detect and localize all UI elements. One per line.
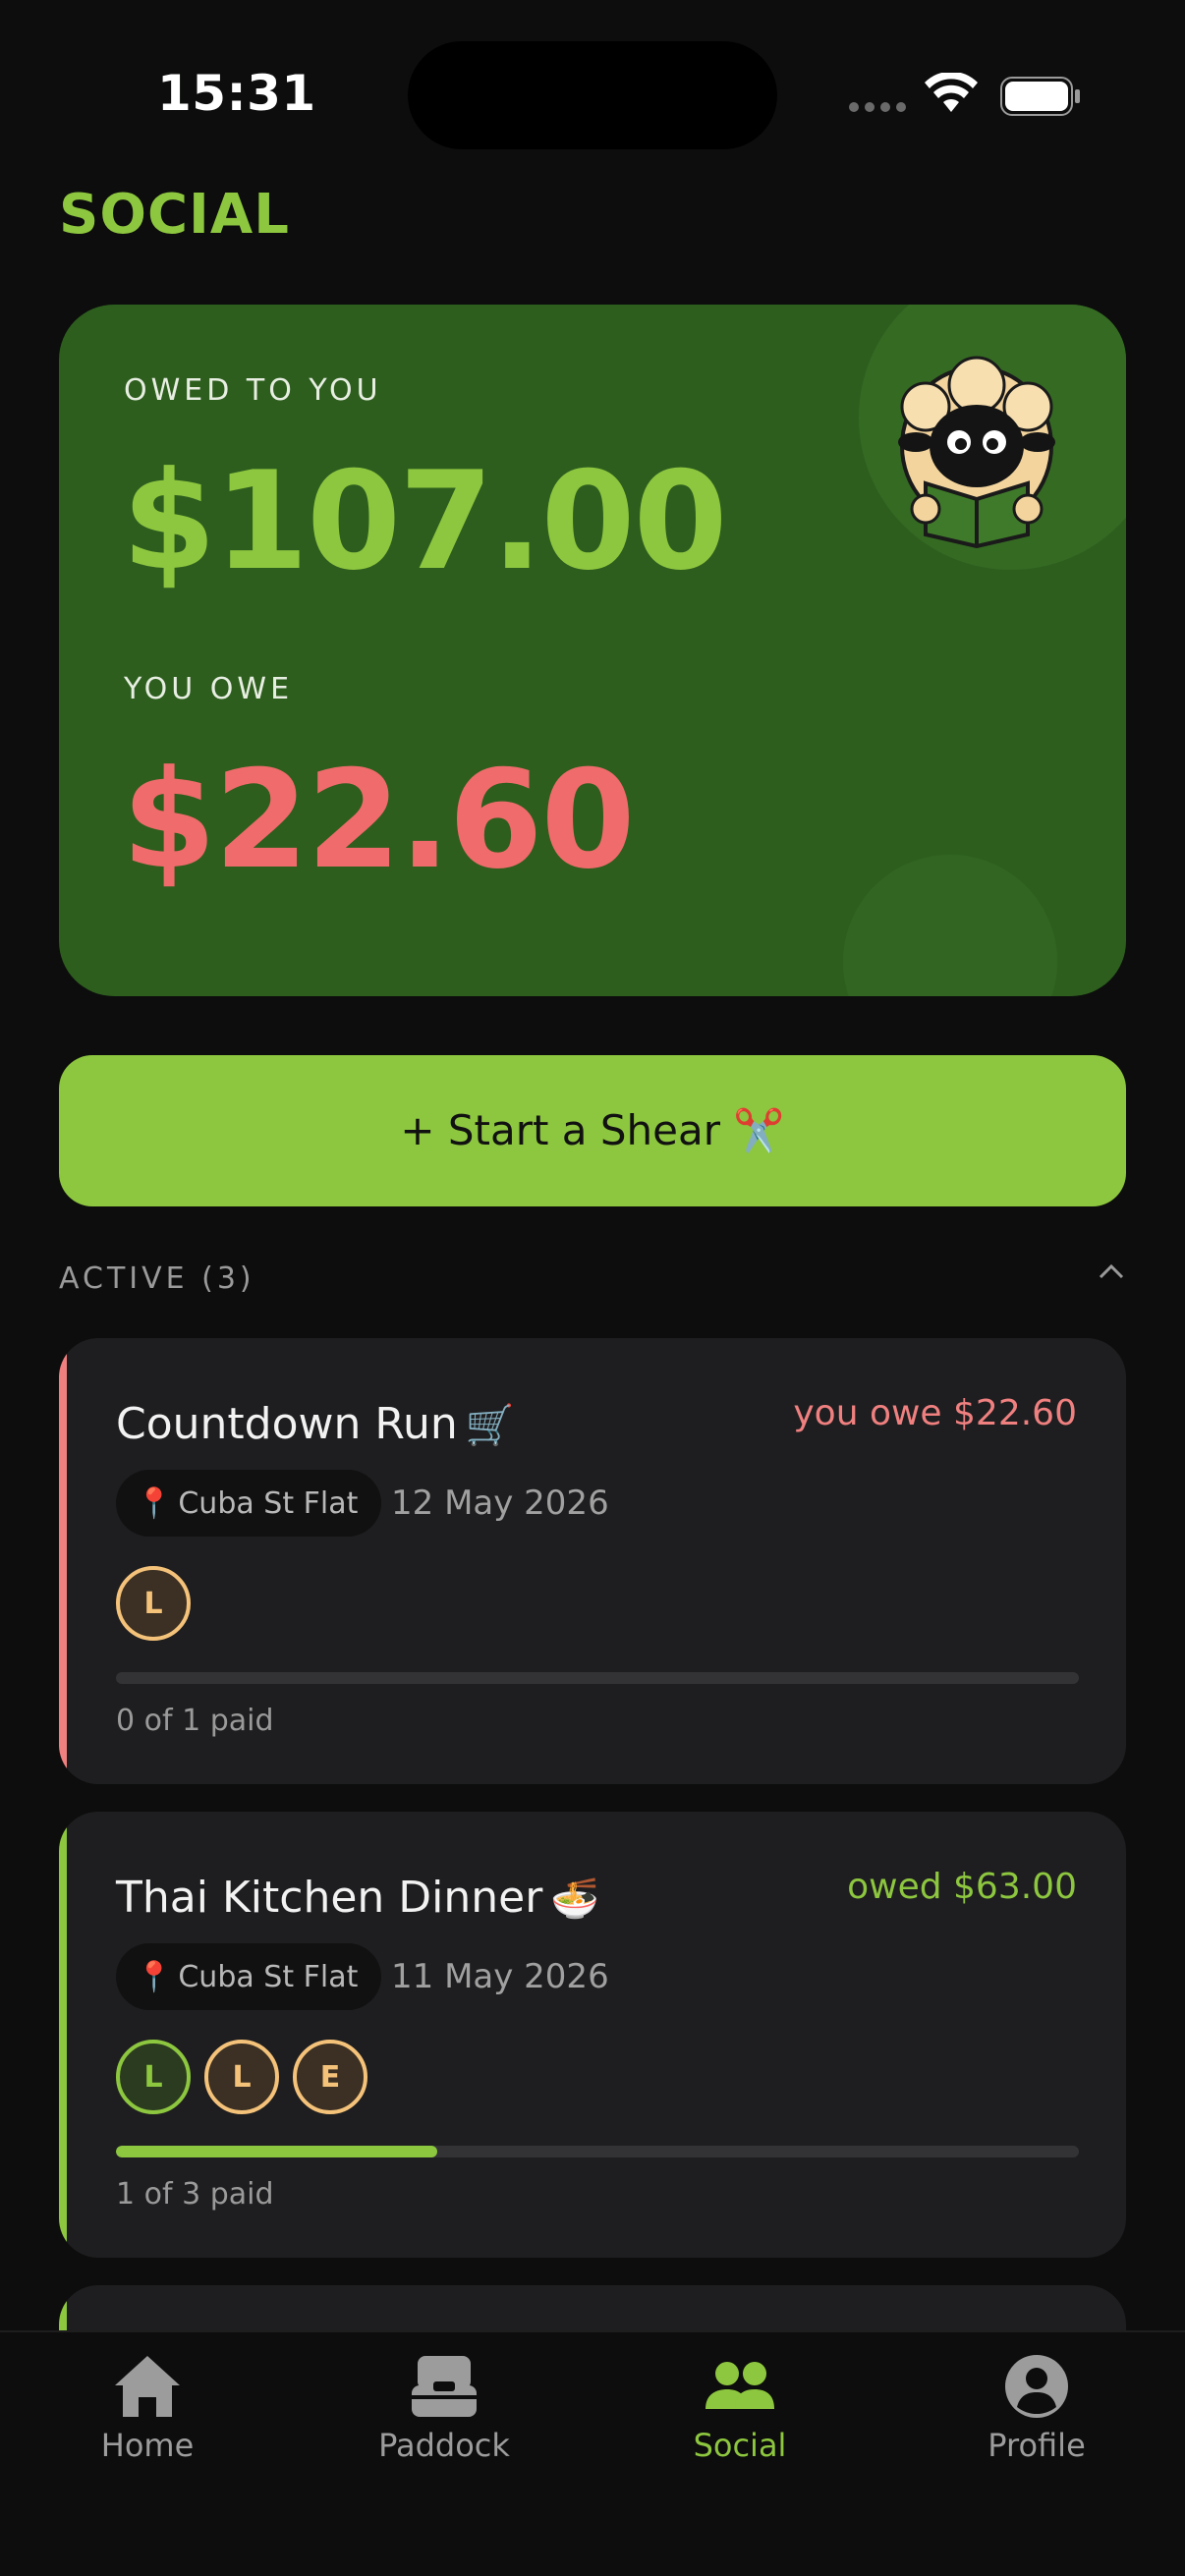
inbox-icon — [412, 2356, 477, 2417]
home-icon — [115, 2356, 180, 2417]
shear-title-text: Countdown Run — [116, 1399, 458, 1449]
balance-card: OWED TO YOU $107.00 YOU OWE $22.60 — [59, 305, 1126, 996]
payment-progress-bar — [116, 2146, 1079, 2157]
shear-amount: you owe $22.60 — [793, 1393, 1077, 1433]
location-name: Cuba St Flat — [178, 1959, 359, 1994]
shear-card[interactable]: Countdown Run 🛒 you owe $22.60 📍 Cuba St … — [59, 1338, 1126, 1784]
avatar[interactable]: L — [204, 2040, 279, 2114]
tab-label: Home — [100, 2427, 195, 2464]
location-pin-icon: 📍 — [136, 1959, 173, 1994]
you-owe-amount: $22.60 — [122, 741, 636, 899]
tab-label: Social — [693, 2427, 787, 2464]
wifi-icon — [925, 73, 978, 112]
noodle-bowl-icon: 🍜 — [550, 1876, 600, 1922]
location-pill[interactable]: 📍 Cuba St Flat — [116, 1943, 382, 2010]
avatar[interactable]: L — [116, 2040, 191, 2114]
shear-card[interactable]: Thai Kitchen Dinner 🍜 owed $63.00 📍 Cuba … — [59, 1812, 1126, 2258]
payment-progress-bar — [116, 1672, 1079, 1684]
cellular-signal-icon — [849, 102, 906, 112]
chevron-up-icon[interactable] — [1097, 1261, 1126, 1281]
social-screen: 15:31 SOCIAL OWED TO YOU $107.00 YOU OWE… — [0, 0, 1185, 2576]
tab-bar: Home Paddock Social Profile — [0, 2330, 1185, 2576]
avatar[interactable]: L — [116, 1566, 191, 1641]
shear-title-text: Thai Kitchen Dinner — [116, 1873, 543, 1923]
page-title: SOCIAL — [59, 183, 290, 247]
profile-icon — [1005, 2355, 1068, 2418]
owed-to-you-amount: $107.00 — [122, 442, 728, 600]
active-section-label: ACTIVE (3) — [59, 1261, 255, 1296]
participant-avatars: L — [116, 1566, 191, 1641]
avatar[interactable]: E — [293, 2040, 367, 2114]
owed-to-you-label: OWED TO YOU — [124, 373, 382, 408]
you-owe-label: YOU OWE — [124, 672, 294, 706]
status-time: 15:31 — [157, 65, 316, 122]
decorative-circle — [843, 855, 1057, 996]
shear-title: Thai Kitchen Dinner 🍜 — [116, 1873, 599, 1923]
people-icon — [705, 2362, 774, 2409]
tab-label: Profile — [988, 2427, 1086, 2464]
location-pill[interactable]: 📍 Cuba St Flat — [116, 1470, 382, 1537]
tab-profile[interactable]: Profile — [919, 2352, 1155, 2499]
tab-home[interactable]: Home — [29, 2352, 265, 2499]
start-shear-button[interactable]: + Start a Shear ✂️ — [59, 1055, 1126, 1206]
tab-social[interactable]: Social — [622, 2352, 858, 2499]
shear-title: Countdown Run 🛒 — [116, 1399, 515, 1449]
cart-icon: 🛒 — [465, 1403, 515, 1448]
shear-date: 12 May 2026 — [391, 1484, 609, 1523]
card-accent-bar — [59, 1812, 67, 2258]
location-name: Cuba St Flat — [178, 1485, 359, 1521]
battery-icon — [1000, 77, 1080, 116]
location-pin-icon: 📍 — [136, 1485, 173, 1521]
paid-count-text: 0 of 1 paid — [116, 1704, 274, 1738]
shear-date: 11 May 2026 — [391, 1957, 609, 1996]
tab-label: Paddock — [378, 2427, 510, 2464]
payment-progress-fill — [116, 2146, 437, 2157]
shear-amount: owed $63.00 — [847, 1867, 1077, 1907]
sheep-mascot-icon — [898, 356, 1055, 548]
participant-avatars: L L E — [116, 2040, 367, 2114]
dynamic-island — [408, 41, 777, 149]
paid-count-text: 1 of 3 paid — [116, 2177, 274, 2212]
card-accent-bar — [59, 1338, 67, 1784]
tab-paddock[interactable]: Paddock — [326, 2352, 562, 2499]
